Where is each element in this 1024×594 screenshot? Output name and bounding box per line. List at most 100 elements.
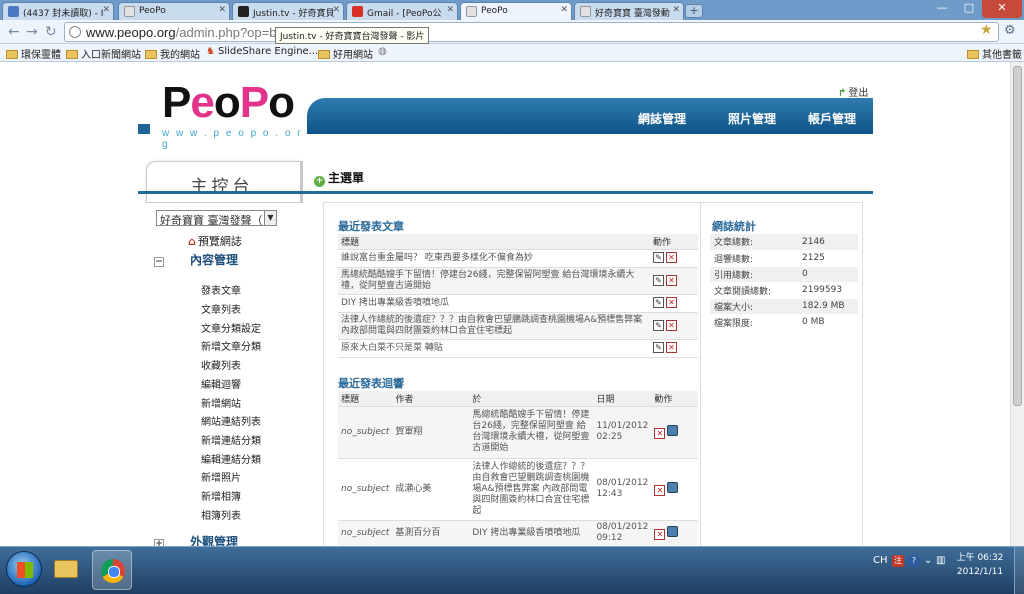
back-arrow-icon[interactable]: ← (8, 24, 20, 40)
delete-icon[interactable]: ✕ (654, 427, 666, 439)
close-icon[interactable]: ✕ (218, 5, 226, 15)
bookmark-label: 好用網站 (333, 50, 373, 61)
comment-subject[interactable]: no_subject (338, 458, 393, 521)
other-bookmarks[interactable]: 其他書籤 (967, 46, 1022, 61)
web-page: PeoPo w w w . p e o p o . o r g ↱ 登出 網誌管理… (0, 62, 1010, 546)
close-icon[interactable]: ✕ (446, 5, 454, 15)
maximize-icon[interactable]: □ (956, 0, 982, 18)
sidebar-link[interactable]: 新增連結分類 (201, 432, 261, 447)
delete-icon[interactable]: ✕ (666, 319, 677, 331)
close-icon[interactable]: ✕ (672, 5, 680, 15)
comment-post-link[interactable]: 馬總統酷酷嫂手下留情！停建台26綫，完整保留阿塱壹 給台灣環境永續大禮，從阿塱壹… (469, 406, 594, 459)
sidebar-link[interactable]: 文章列表 (201, 301, 241, 316)
bookmark-link[interactable]: ♞ SlideShare Engine... (206, 46, 318, 57)
bookmark-star-icon[interactable]: ★ (980, 22, 993, 38)
reply-icon[interactable] (667, 424, 679, 436)
post-title-link[interactable]: DIY 拷出專業級香噴噴地瓜 (338, 294, 650, 313)
page-info-icon[interactable] (69, 26, 81, 38)
post-title-link[interactable]: 誰說富台重金屬吗？ 吃東西要多樣化不偏食為妙 (338, 249, 650, 268)
language-indicator[interactable]: CH (873, 555, 888, 566)
blog-select-dropdown[interactable]: 好奇寶寶 臺灣發聲（ ▼ (156, 210, 277, 226)
nav-account-manage[interactable]: 帳戶管理 (808, 110, 856, 127)
delete-icon[interactable]: ✕ (654, 528, 666, 540)
home-icon: ⌂ (188, 235, 196, 248)
delete-icon[interactable]: ✕ (666, 342, 677, 353)
explorer-taskbar-button[interactable] (46, 550, 86, 590)
sidebar-link[interactable]: 網站連結列表 (201, 413, 261, 428)
wrench-icon[interactable]: ⚙ (1004, 23, 1016, 38)
chrome-taskbar-button[interactable] (92, 550, 132, 590)
browser-tab[interactable]: 好奇寶寶 臺灣發動 ✕ (574, 2, 684, 20)
collapse-icon[interactable]: − (154, 257, 164, 267)
browser-tab[interactable]: Justin.tv - 好奇寶貝 ✕ (232, 2, 344, 20)
bookmark-folder[interactable]: 我的網站 (145, 46, 200, 61)
sidebar-link[interactable]: 文章分類設定 (201, 320, 261, 335)
recent-comments-title: 最近發表迴響 (338, 377, 404, 390)
forward-arrow-icon[interactable]: → (26, 24, 38, 40)
edit-icon[interactable]: ✎ (653, 319, 664, 331)
delete-icon[interactable]: ✕ (666, 297, 677, 308)
browser-tab[interactable]: (4437 封未讀取) - I ✕ (2, 2, 114, 20)
scrollbar-thumb[interactable] (1013, 66, 1022, 406)
edit-icon[interactable]: ✎ (653, 342, 664, 353)
network-icon[interactable]: ▥ (936, 555, 945, 566)
ime-icon[interactable]: 注 (892, 555, 904, 567)
window-close-icon[interactable]: ✕ (982, 0, 1022, 18)
post-title-link[interactable]: 法律人作總統的後遺症？？？由自救會巴望鵬跳調查桃園機場A&預標售弊案 內政部問電… (338, 312, 650, 340)
help-icon[interactable]: ? (908, 555, 920, 567)
comment-subject[interactable]: no_subject (338, 406, 393, 459)
clock-time: 上午 06:32 (956, 553, 1004, 563)
bookmark-folder[interactable]: 環保靈體 (6, 46, 61, 61)
address-bar[interactable]: www.peopo.org/admin.php?op=blo (64, 22, 999, 42)
browser-tab-active[interactable]: PeoPo ✕ (460, 2, 572, 20)
close-icon[interactable]: ✕ (560, 5, 568, 15)
sidebar-link[interactable]: 新增照片 (201, 469, 241, 484)
appearance-management-section[interactable]: + 外觀管理 (154, 533, 238, 546)
sidebar-link[interactable]: 新增文章分類 (201, 338, 261, 353)
sidebar-link[interactable]: 發表文章 (201, 282, 241, 297)
minimize-icon[interactable]: — (928, 0, 956, 18)
nav-photo-manage[interactable]: 照片管理 (728, 110, 776, 127)
post-title-link[interactable]: 馬總統酷酷嫂手下留情！停建台26綫，完整保留阿塱壹 給台灣環境永續大禮，從阿塱壹… (338, 267, 650, 295)
reply-icon[interactable] (667, 481, 679, 493)
logout-link[interactable]: ↱ 登出 (838, 84, 868, 99)
globe-icon[interactable]: ◍ (378, 46, 387, 57)
nav-blog-manage[interactable]: 網誌管理 (638, 110, 686, 127)
edit-icon[interactable]: ✎ (653, 297, 664, 308)
reply-icon[interactable] (667, 525, 679, 537)
edit-icon[interactable]: ✎ (653, 252, 664, 263)
table-row: no_subject 基測百分百 DIY 拷出專業級香噴噴地瓜 08/01/20… (338, 520, 698, 546)
peopo-logo[interactable]: PeoPo w w w . p e o p o . o r g (160, 80, 305, 151)
show-desktop-button[interactable] (1014, 547, 1024, 594)
gmail-icon (352, 6, 363, 17)
post-title-link[interactable]: 原來大白菜不只是菜 轉貼 (338, 339, 650, 358)
new-tab-button[interactable]: + (685, 4, 703, 18)
close-icon[interactable]: ✕ (102, 5, 110, 15)
page-scrollbar[interactable] (1010, 62, 1024, 546)
sidebar-link[interactable]: 相簿列表 (201, 507, 241, 522)
delete-icon[interactable]: ✕ (666, 274, 677, 286)
reload-icon[interactable]: ↻ (45, 24, 57, 40)
preview-blog-link[interactable]: ⌂ 預覽網誌 (188, 233, 242, 249)
comment-post-link[interactable]: 法律人作總統的後遺症？？？由自救會巴望鵬跳調查桃園機場A&預標售弊案 內政部問電… (469, 458, 594, 521)
expand-icon[interactable]: + (154, 539, 164, 546)
comment-subject[interactable]: no_subject (338, 520, 393, 546)
start-button[interactable] (6, 551, 42, 587)
edit-icon[interactable]: ✎ (653, 274, 664, 286)
browser-tab[interactable]: Gmail - [PeoPo公 ✕ (346, 2, 458, 20)
bookmark-folder[interactable]: 好用網站 (318, 46, 373, 61)
sidebar-link[interactable]: 編輯迴響 (201, 376, 241, 391)
sidebar-link[interactable]: 編輯連結分類 (201, 451, 261, 466)
delete-icon[interactable]: ✕ (666, 252, 677, 263)
tray-expand-icon[interactable]: ⌄ (924, 555, 932, 566)
sidebar-link[interactable]: 收藏列表 (201, 357, 241, 372)
bookmark-folder[interactable]: 入口新聞網站 (66, 46, 141, 61)
sidebar-link[interactable]: 新增相簿 (201, 488, 241, 503)
comment-post-link[interactable]: DIY 拷出專業級香噴噴地瓜 (469, 520, 594, 546)
delete-icon[interactable]: ✕ (654, 484, 666, 496)
taskbar-clock[interactable]: 上午 06:32 2012/1/11 (952, 551, 1008, 579)
browser-tab[interactable]: PeoPo ✕ (118, 2, 230, 20)
sidebar-link[interactable]: 新增網站 (201, 395, 241, 410)
content-management-section[interactable]: − 內容管理 (154, 251, 238, 268)
close-icon[interactable]: ✕ (332, 5, 340, 15)
